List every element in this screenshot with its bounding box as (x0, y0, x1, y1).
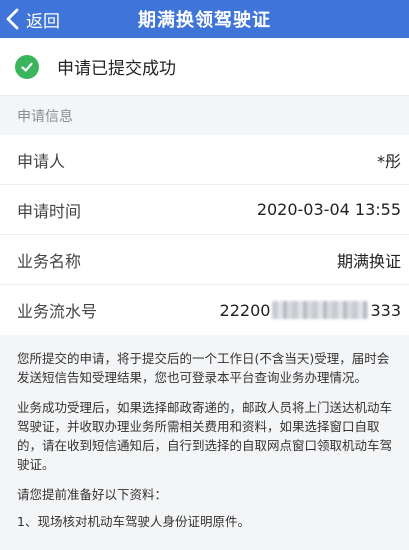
back-label[interactable]: 返回 (26, 7, 60, 32)
success-banner: 申请已提交成功 (0, 38, 409, 96)
application-info-list: 申请人 *彤 申请时间 2020-03-04 13:55 业务名称 期满换证 业… (0, 135, 409, 335)
info-row-time: 申请时间 2020-03-04 13:55 (0, 185, 409, 235)
notice-paragraph-2: 业务成功受理后，如果选择邮政寄递的，邮政人员将上门送达机动车驾驶证，并收取办理业… (17, 400, 393, 472)
time-label: 申请时间 (17, 201, 82, 221)
serial-label: 业务流水号 (17, 302, 98, 321)
info-row-applicant: 申请人 *彤 (0, 135, 409, 185)
info-row-business: 业务名称 期满换证 (0, 235, 409, 285)
business-value: 期满换证 (336, 251, 401, 271)
time-value: 2020-03-04 13:55 (256, 200, 401, 219)
notice-text: 您所提交的申请，将于提交后的一个工作日(不含当天)受理，届时会发送短信告知受理结… (0, 337, 409, 550)
serial-value: 22200 333 (220, 301, 401, 320)
navigation-bar: 返回 期满换领驾驶证 (0, 0, 409, 38)
info-row-serial: 业务流水号 22200 333 (0, 285, 409, 335)
check-circle-icon (15, 54, 39, 79)
applicant-label: 申请人 (17, 151, 66, 171)
applicant-value: *彤 (376, 151, 401, 171)
notice-paragraph-3: 请您提前准备好以下资料： (17, 487, 168, 502)
success-message: 申请已提交成功 (57, 59, 176, 79)
chevron-left-icon (6, 8, 19, 30)
serial-prefix: 22200 (219, 300, 271, 320)
section-header: 申请信息 (0, 97, 409, 135)
notice-paragraph-4: 1、现场核对机动车驾驶人身份证明原件。 (17, 514, 250, 529)
page-title: 期满换领驾驶证 (138, 10, 271, 31)
notice-paragraph-1: 您所提交的申请，将于提交后的一个工作日(不含当天)受理，届时会发送短信告知受理结… (17, 351, 390, 385)
redacted-blur (272, 301, 369, 319)
serial-suffix: 333 (370, 300, 401, 320)
back-button[interactable]: 返回 (4, 0, 60, 38)
business-label: 业务名称 (17, 251, 82, 271)
